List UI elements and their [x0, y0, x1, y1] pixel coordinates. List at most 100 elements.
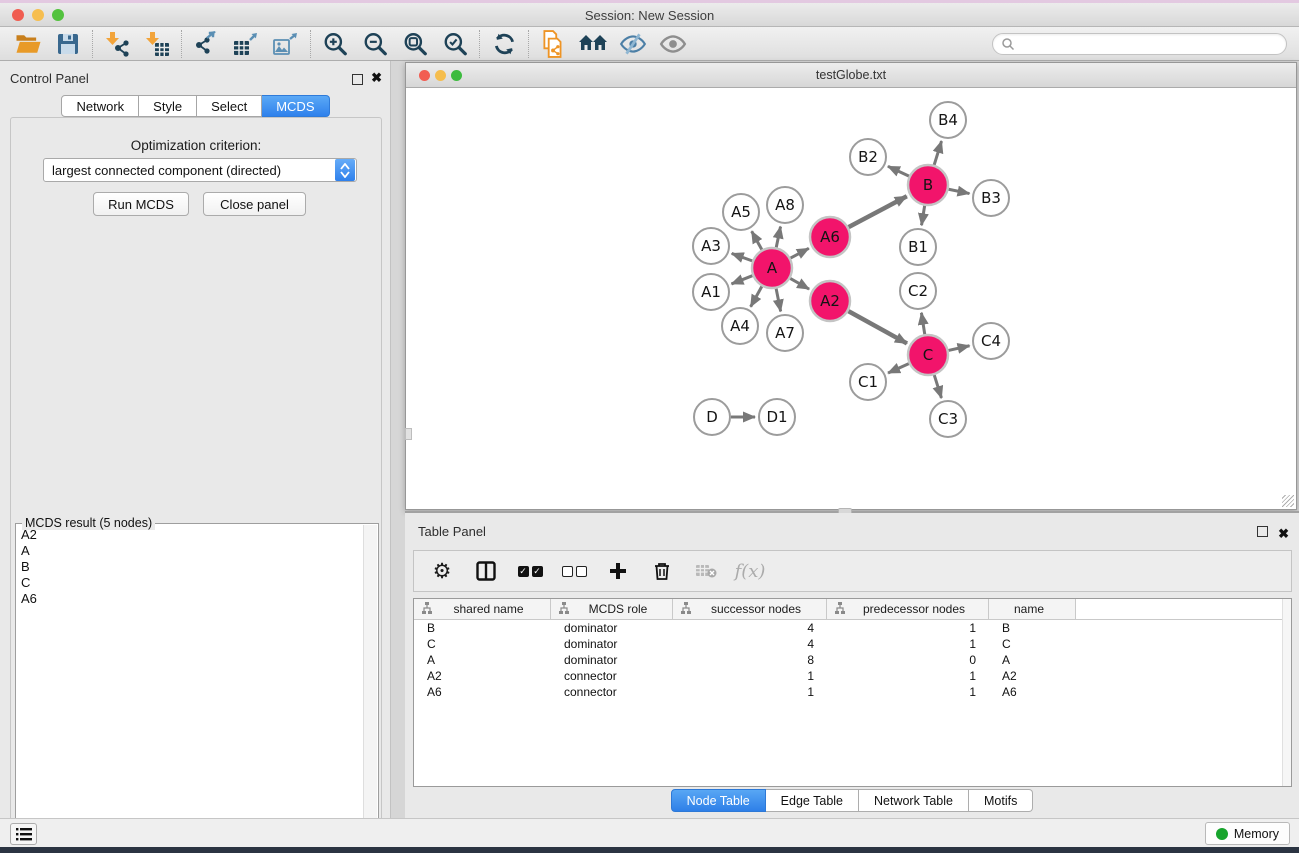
task-history-icon[interactable]	[10, 823, 37, 845]
node-A2[interactable]: A2	[810, 281, 850, 321]
network-window-titlebar[interactable]: testGlobe.txt	[406, 63, 1296, 88]
node-C[interactable]: C	[908, 335, 948, 375]
edge-A-A7[interactable]	[776, 289, 781, 312]
search-input[interactable]	[1015, 35, 1286, 53]
column-header-shared-name[interactable]: shared name	[414, 599, 551, 619]
edge-A-A3[interactable]	[732, 253, 753, 260]
edge-A-A5[interactable]	[752, 231, 762, 249]
column-header-successor-nodes[interactable]: successor nodes	[673, 599, 827, 619]
tab-style[interactable]: Style	[139, 95, 197, 117]
edge-A2-C[interactable]	[848, 311, 907, 343]
refresh-icon[interactable]	[484, 29, 524, 59]
result-scrollbar[interactable]	[363, 525, 377, 853]
add-column-icon[interactable]	[596, 553, 640, 589]
select-all-icon[interactable]: ✓✓	[508, 553, 552, 589]
deselect-all-icon[interactable]	[552, 553, 596, 589]
zoom-fit-icon[interactable]	[395, 29, 435, 59]
edge-B-B3[interactable]	[949, 189, 970, 193]
zoom-out-icon[interactable]	[355, 29, 395, 59]
tab-network-table[interactable]: Network Table	[859, 789, 969, 812]
table-row[interactable]: A2connector11A2	[414, 668, 1291, 684]
table-row[interactable]: Bdominator41B	[414, 620, 1291, 636]
memory-button[interactable]: Memory	[1205, 822, 1290, 845]
node-A3[interactable]: A3	[693, 228, 729, 264]
edge-B-B2[interactable]	[888, 166, 909, 176]
export-table-icon[interactable]	[226, 29, 266, 59]
node-C4[interactable]: C4	[973, 323, 1009, 359]
node-C3[interactable]: C3	[930, 401, 966, 437]
node-A4[interactable]: A4	[722, 308, 758, 344]
resize-grip-icon[interactable]	[1282, 495, 1294, 507]
zoom-selected-icon[interactable]	[435, 29, 475, 59]
node-B2[interactable]: B2	[850, 139, 886, 175]
edge-A-A4[interactable]	[751, 286, 762, 306]
close-table-panel-icon[interactable]: ✖	[1278, 528, 1289, 539]
edge-B-B1[interactable]	[922, 206, 925, 226]
node-A1[interactable]: A1	[693, 274, 729, 310]
tab-select[interactable]: Select	[197, 95, 262, 117]
import-network-icon[interactable]	[97, 29, 137, 59]
home-view-icon[interactable]	[573, 29, 613, 59]
edge-C-C2[interactable]	[921, 313, 924, 335]
edge-A-A6[interactable]	[791, 248, 809, 258]
svg-text:D1: D1	[766, 408, 787, 426]
node-B[interactable]: B	[908, 165, 948, 205]
float-table-panel-icon[interactable]	[1257, 524, 1268, 542]
delete-column-icon[interactable]	[640, 553, 684, 589]
node-A5[interactable]: A5	[723, 194, 759, 230]
node-B1[interactable]: B1	[900, 229, 936, 265]
table-scrollbar[interactable]	[1282, 599, 1291, 786]
table-row[interactable]: A6connector11A6	[414, 684, 1291, 700]
edge-A-A8[interactable]	[776, 227, 780, 248]
export-network-icon[interactable]	[186, 29, 226, 59]
column-header-name[interactable]: name	[989, 599, 1076, 619]
table-row[interactable]: Adominator80A	[414, 652, 1291, 668]
column-header-MCDS-role[interactable]: MCDS role	[551, 599, 673, 619]
search-field[interactable]	[992, 33, 1287, 55]
splitter-handle[interactable]	[405, 428, 412, 440]
node-A[interactable]: A	[752, 248, 792, 288]
tab-node-table[interactable]: Node Table	[671, 789, 766, 812]
tab-motifs[interactable]: Motifs	[969, 789, 1033, 812]
edge-B-B4[interactable]	[934, 141, 941, 165]
node-D1[interactable]: D1	[759, 399, 795, 435]
close-panel-icon[interactable]: ✖	[371, 72, 382, 83]
node-C1[interactable]: C1	[850, 364, 886, 400]
open-session-icon[interactable]	[8, 29, 48, 59]
float-panel-icon[interactable]	[352, 72, 363, 90]
table-row[interactable]: Cdominator41C	[414, 636, 1291, 652]
tab-edge-table[interactable]: Edge Table	[766, 789, 859, 812]
function-builder-icon[interactable]: f(x)	[728, 553, 772, 589]
svg-text:C2: C2	[908, 282, 928, 300]
tab-mcds[interactable]: MCDS	[262, 95, 329, 117]
edge-A-A2[interactable]	[790, 278, 809, 289]
duplicate-network-icon[interactable]	[533, 29, 573, 59]
export-image-icon[interactable]	[266, 29, 306, 59]
save-session-icon[interactable]	[48, 29, 88, 59]
hide-selected-icon[interactable]	[613, 29, 653, 59]
edge-A6-B[interactable]	[849, 196, 907, 227]
tab-network[interactable]: Network	[61, 95, 139, 117]
close-panel-button[interactable]: Close panel	[203, 192, 306, 216]
node-D[interactable]: D	[694, 399, 730, 435]
node-B3[interactable]: B3	[973, 180, 1009, 216]
node-C2[interactable]: C2	[900, 273, 936, 309]
edge-C-C4[interactable]	[948, 346, 969, 351]
import-table-icon[interactable]	[137, 29, 177, 59]
zoom-in-icon[interactable]	[315, 29, 355, 59]
table-settings-icon[interactable]: ⚙	[420, 553, 464, 589]
edge-C-C3[interactable]	[934, 375, 941, 398]
column-header-predecessor-nodes[interactable]: predecessor nodes	[827, 599, 989, 619]
node-B4[interactable]: B4	[930, 102, 966, 138]
node-A8[interactable]: A8	[767, 187, 803, 223]
edge-A-A1[interactable]	[731, 276, 752, 284]
delete-table-icon[interactable]	[684, 553, 728, 589]
node-A6[interactable]: A6	[810, 217, 850, 257]
optimization-criterion-select[interactable]: largest connected component (directed)	[43, 158, 357, 182]
show-all-icon[interactable]	[653, 29, 693, 59]
run-mcds-button[interactable]: Run MCDS	[93, 192, 189, 216]
network-canvas[interactable]: B4 B2 B B3 A8A5 A6 B1 A3 A C2 A1 A2 A4A7 C C4 C1 C3 D D1	[407, 89, 1296, 509]
node-A7[interactable]: A7	[767, 315, 803, 351]
edge-C-C1[interactable]	[888, 364, 909, 373]
column-manager-icon[interactable]	[464, 553, 508, 589]
